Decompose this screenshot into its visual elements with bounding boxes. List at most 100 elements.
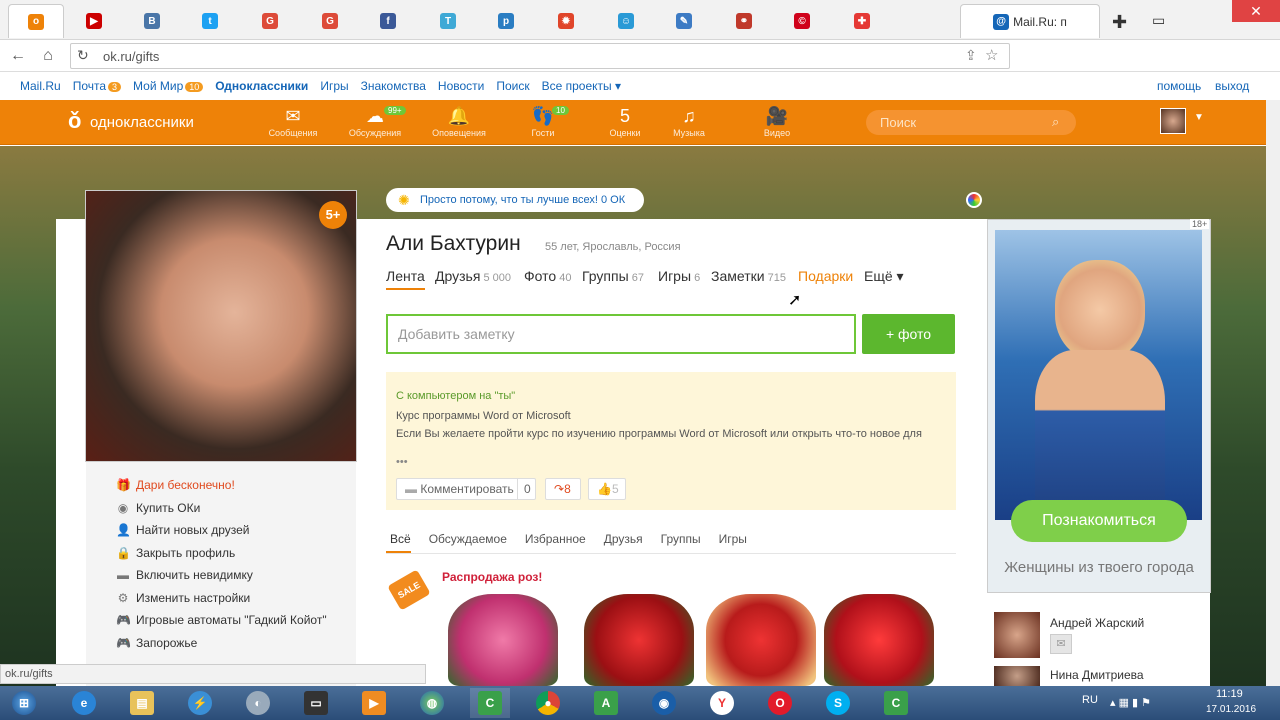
tab-mailru[interactable]: @ Mail.Ru: п [960, 4, 1100, 38]
chrome-button[interactable]: ● [528, 688, 568, 718]
url-input[interactable]: ↻ ok.ru/gifts ⇪ ☆ [70, 43, 1010, 69]
browser-tab[interactable]: ▶ [66, 4, 122, 38]
browser-tab[interactable]: ✎ [656, 4, 712, 38]
clock-date[interactable]: 17.01.2016 [1206, 704, 1256, 715]
ad-caption[interactable]: Женщины из твоего города [992, 559, 1206, 576]
chevron-down-icon[interactable]: ▼ [1194, 112, 1204, 123]
ad-image[interactable] [995, 230, 1202, 520]
dating-link[interactable]: Знакомства [361, 79, 426, 93]
sale-title[interactable]: Распродажа роз! [442, 570, 542, 584]
explorer-button[interactable]: ▤ [122, 688, 162, 718]
left-menu-item[interactable]: ◉ Купить ОКи [116, 501, 201, 515]
profile-tab[interactable]: Лента [386, 268, 425, 290]
skype-button[interactable]: S [818, 688, 858, 718]
app-button[interactable]: ◐ [238, 688, 278, 718]
left-menu-item[interactable]: 🎮 Игровые автоматы "Гадкий Койот" [116, 613, 327, 627]
left-menu-item[interactable]: ⚙ Изменить настройки [116, 591, 251, 605]
language-indicator[interactable]: RU [1082, 694, 1098, 706]
feed-tab[interactable]: Игры [719, 532, 747, 553]
left-menu-item[interactable]: 👤 Найти новых друзей [116, 523, 250, 537]
share-button[interactable]: ↷8 [545, 478, 581, 500]
restore-window-icon[interactable]: ▭ [1152, 12, 1165, 29]
new-tab-icon[interactable]: ✚ [1112, 12, 1127, 33]
profile-tab[interactable]: Ещё ▾ [864, 268, 904, 285]
reload-icon[interactable]: ↻ [77, 47, 89, 64]
profile-tab[interactable]: Фото 40 [524, 268, 571, 284]
ok-nav-1[interactable]: ☁ Обсуждения 99+ [340, 104, 410, 138]
ok-nav-6[interactable]: 🎥 Видео [742, 104, 812, 138]
feed-tab[interactable]: Всё [386, 532, 411, 553]
profile-tab[interactable]: Заметки 715 [711, 268, 786, 284]
browser-tab[interactable]: f [360, 4, 416, 38]
browser-tab[interactable]: G [302, 4, 358, 38]
pochta-link[interactable]: Почта 3 [73, 79, 122, 93]
start-button[interactable]: ⊞ [4, 688, 44, 718]
games-link[interactable]: Игры [320, 79, 348, 93]
share-icon[interactable]: ⇪ [965, 47, 977, 64]
status-pill[interactable]: ✺ Просто потому, что ты лучше всех! 0 ОК [386, 188, 644, 212]
browser-tab[interactable]: p [478, 4, 534, 38]
scrollbar[interactable] [1266, 100, 1280, 686]
yandex-button[interactable]: Y [702, 688, 742, 718]
friend-name[interactable]: Андрей Жарский [1050, 616, 1144, 630]
profile-tab[interactable]: Группы 67 [582, 268, 644, 284]
message-icon[interactable]: ✉ [1050, 634, 1072, 654]
ok-search-input[interactable]: Поиск [866, 110, 1076, 135]
browser-tab[interactable]: o [8, 4, 64, 38]
red-roses-gift[interactable] [584, 594, 694, 686]
pink-roses-gift[interactable] [448, 594, 558, 686]
ty-roses-gift[interactable] [824, 594, 934, 686]
close-window-button[interactable]: ✕ [1232, 0, 1280, 22]
browser-tab[interactable]: G [242, 4, 298, 38]
bookmark-star-icon[interactable]: ☆ [985, 46, 998, 64]
avatar[interactable] [1160, 108, 1186, 134]
home-icon[interactable]: ⌂ [38, 46, 58, 66]
friend-avatar[interactable] [994, 612, 1040, 658]
like-button[interactable]: 👍5 [588, 478, 626, 500]
add-photo-button[interactable]: + фото [862, 314, 955, 354]
feed-tab[interactable]: Друзья [604, 532, 643, 553]
mailru-link[interactable]: Mail.Ru [20, 79, 61, 93]
media-button[interactable]: ▶ [354, 688, 394, 718]
browser-tab[interactable]: B [124, 4, 180, 38]
feed-tab[interactable]: Обсуждаемое [429, 532, 507, 553]
friend-name[interactable]: Нина Дмитриева [1050, 668, 1144, 682]
tray-icons[interactable]: ▴ ▦ ▮ ⚑ [1110, 696, 1151, 709]
left-menu-item[interactable]: 🔒 Закрыть профиль [116, 546, 235, 560]
ok-nav-0[interactable]: ✉ Сообщения [258, 104, 328, 138]
camtasia2-button[interactable]: C [876, 688, 916, 718]
profile-photo[interactable]: 5+ [85, 190, 357, 462]
ok-nav-2[interactable]: 🔔 Оповещения [424, 104, 494, 138]
browser-tab[interactable]: t [182, 4, 238, 38]
opera-button[interactable]: O [760, 688, 800, 718]
meet-button[interactable]: Познакомиться [1011, 500, 1187, 542]
cat-roses-gift[interactable] [706, 594, 816, 686]
ok-link[interactable]: Одноклассники [215, 79, 308, 93]
app2-button[interactable]: ◉ [644, 688, 684, 718]
a-button[interactable]: A [586, 688, 626, 718]
profile-tab[interactable]: Игры 6 [658, 268, 700, 284]
mymir-link[interactable]: Мой Мир 10 [133, 79, 204, 93]
post-title[interactable]: С компьютером на "ты" [396, 390, 515, 402]
profile-tab[interactable]: Подарки [798, 268, 853, 284]
add-note-input[interactable]: Добавить заметку [386, 314, 856, 354]
comment-button[interactable]: ▬ Комментировать 0 [396, 478, 536, 500]
feed-tab[interactable]: Группы [661, 532, 701, 553]
feed-tab[interactable]: Избранное [525, 532, 586, 553]
ie-button[interactable]: e [64, 688, 104, 718]
browser-tab[interactable]: ☺ [598, 4, 654, 38]
all-projects-link[interactable]: Все проекты ▾ [542, 79, 621, 93]
left-menu-item[interactable]: 🎮 Запорожье [116, 636, 197, 650]
ok-nav-4[interactable]: 5 Оценки [590, 104, 660, 138]
left-menu-item[interactable]: 🎁 Дари бесконечно! [116, 478, 235, 492]
profile-tab[interactable]: Друзья 5 000 [435, 268, 511, 284]
clock-time[interactable]: 11:19 [1216, 688, 1243, 700]
left-menu-item[interactable]: ▬ Включить невидимку [116, 568, 253, 582]
search-link[interactable]: Поиск [496, 79, 529, 93]
browser-tab[interactable]: ✹ [538, 4, 594, 38]
camtasia-button[interactable]: C [470, 688, 510, 718]
more-dots[interactable]: ••• [396, 456, 408, 468]
back-icon[interactable]: ← [8, 46, 28, 66]
flash-button[interactable]: ⚡ [180, 688, 220, 718]
search-icon[interactable]: ⌕ [1052, 114, 1059, 130]
